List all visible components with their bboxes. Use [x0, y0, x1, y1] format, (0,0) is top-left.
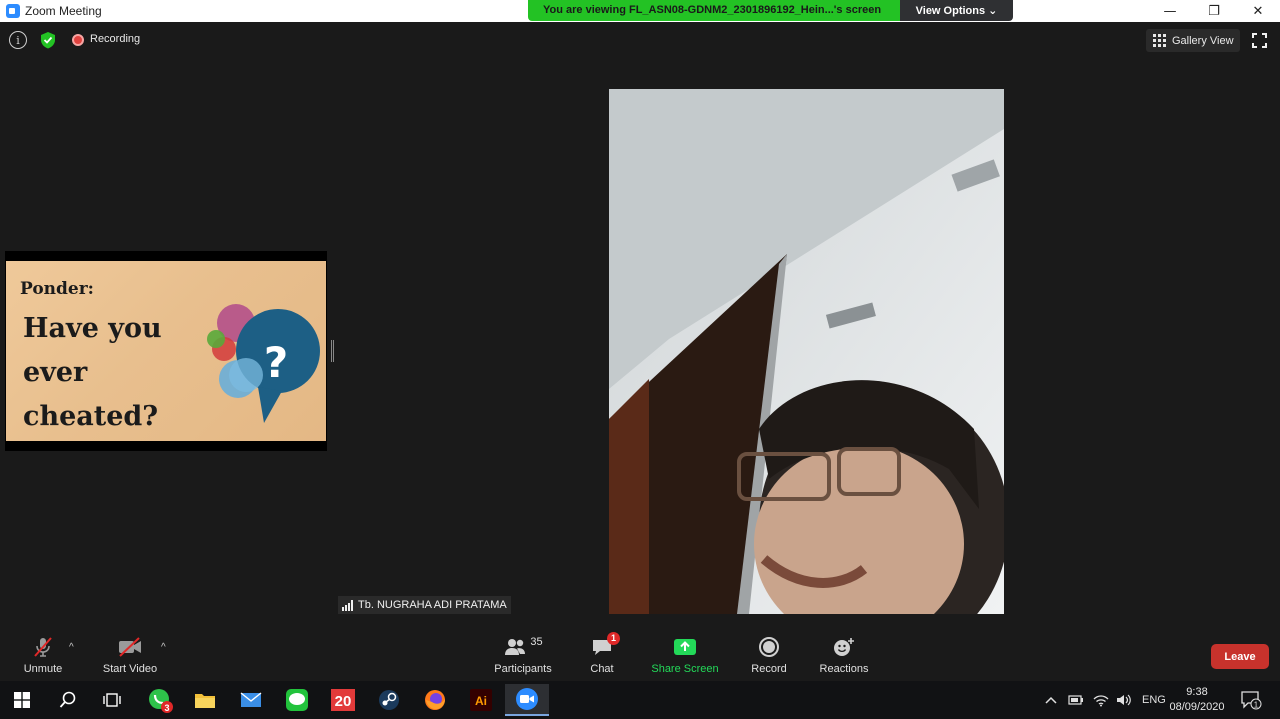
participants-button[interactable]: 35 Participants [492, 629, 554, 681]
start-video-button[interactable]: Start Video [100, 629, 160, 681]
view-options-button[interactable]: View Options ⌄ [900, 0, 1013, 21]
system-tray: ENG [1044, 681, 1166, 719]
firefox-icon [425, 690, 445, 710]
participant-video[interactable] [609, 89, 1004, 614]
screen-share-banner: You are viewing FL_ASN08-GDNM2_230189619… [528, 0, 1013, 21]
viewing-screen-message: You are viewing FL_ASN08-GDNM2_230189619… [528, 0, 900, 21]
chat-label: Chat [590, 663, 614, 675]
task-view-button[interactable] [90, 684, 134, 716]
restore-button[interactable]: ❐ [1192, 0, 1236, 22]
taskbar-illustrator[interactable]: Ai [459, 684, 503, 716]
clock-date: 08/09/2020 [1169, 701, 1225, 713]
search-icon [59, 691, 76, 708]
share-screen-button[interactable]: Share Screen [650, 629, 720, 681]
action-center-button[interactable]: 1 [1240, 681, 1262, 719]
share-screen-label: Share Screen [651, 663, 719, 675]
connection-signal-icon [342, 599, 353, 611]
video-off-icon [119, 637, 141, 657]
speech-bubbles-icon: ? [207, 304, 320, 423]
window-controls: — ❐ ✕ [1148, 0, 1280, 22]
shared-screen-view[interactable]: Ponder: Have you ever cheated? ? [5, 251, 327, 451]
share-screen-icon [674, 639, 696, 655]
windows-logo-icon [14, 692, 30, 708]
encryption-shield-icon[interactable] [38, 30, 58, 50]
slide-heading: Ponder: [20, 279, 94, 299]
participants-count: 35 [530, 636, 543, 648]
whatsapp-icon: 3 [149, 689, 173, 713]
participant-name: Tb. NUGRAHA ADI PRATAMA [358, 599, 507, 611]
zoom-icon [516, 688, 538, 710]
mail-icon [240, 692, 262, 707]
chat-unread-badge: 1 [607, 632, 620, 645]
taskbar-clock[interactable]: 9:38 08/09/2020 [1168, 685, 1226, 715]
taskbar-search-button[interactable] [46, 684, 90, 716]
recording-label: Recording [90, 33, 141, 45]
reactions-label: Reactions [819, 663, 869, 675]
participants-icon [505, 639, 526, 655]
grid-icon [1153, 34, 1166, 47]
taskbar-file-explorer[interactable] [183, 684, 227, 716]
illustrator-icon: Ai [470, 689, 492, 711]
slide-question-line: Have you [23, 313, 162, 344]
taskbar-zoom[interactable] [505, 684, 549, 716]
reactions-button[interactable]: Reactions [818, 629, 870, 681]
calendar-number: 20 [335, 693, 352, 710]
input-language-indicator[interactable]: ENG [1142, 694, 1166, 706]
participants-label: Participants [494, 663, 552, 675]
record-icon [759, 637, 779, 657]
slide-question-line: ever [23, 357, 88, 388]
unmute-label: Unmute [23, 663, 63, 675]
video-options-caret[interactable]: ^ [161, 642, 166, 653]
record-button[interactable]: Record [748, 629, 790, 681]
slide-question: Have you ever cheated? [23, 307, 193, 439]
line-messenger-icon [286, 689, 308, 711]
taskbar-steam[interactable] [367, 684, 411, 716]
bubble-question-mark: ? [264, 338, 288, 387]
clock-time: 9:38 [1186, 686, 1208, 698]
fullscreen-icon[interactable] [1252, 33, 1267, 48]
chat-button[interactable]: 1 Chat [585, 629, 620, 681]
slide-question-line: cheated? [23, 401, 159, 432]
gallery-view-label: Gallery View [1172, 34, 1234, 47]
zoom-meeting-window: Zoom Meeting — ❐ ✕ You are viewing FL_AS… [0, 0, 1280, 719]
task-view-icon [103, 693, 121, 707]
illustrator-label: Ai [475, 694, 487, 708]
volume-icon[interactable] [1116, 693, 1132, 707]
audio-options-caret[interactable]: ^ [69, 642, 74, 653]
window-title: Zoom Meeting [25, 4, 102, 18]
wifi-icon[interactable] [1093, 693, 1109, 707]
notification-count: 1 [1254, 701, 1259, 710]
reactions-smiley-icon [834, 638, 854, 656]
show-hidden-icons-chevron-icon[interactable] [1044, 695, 1058, 705]
start-video-label: Start Video [102, 663, 158, 675]
steam-icon [379, 690, 399, 710]
battery-icon[interactable] [1068, 694, 1084, 706]
notifications-icon: 1 [1241, 691, 1262, 710]
taskbar-firefox[interactable] [413, 684, 457, 716]
start-button[interactable] [0, 684, 44, 716]
leave-meeting-button[interactable]: Leave [1211, 644, 1269, 669]
shared-slide: Ponder: Have you ever cheated? ? [6, 261, 326, 441]
zoom-app-icon [6, 4, 20, 18]
close-button[interactable]: ✕ [1236, 0, 1280, 22]
calendar-icon: 20 [331, 689, 355, 711]
gallery-view-button[interactable]: Gallery View [1146, 29, 1240, 52]
video-feed [609, 89, 1004, 614]
taskbar-mail[interactable] [229, 684, 273, 716]
windows-taskbar: 3 20 Ai ENG 9:38 08/09/2020 1 [0, 681, 1280, 719]
taskbar-line[interactable] [275, 684, 319, 716]
minimize-button[interactable]: — [1148, 0, 1192, 22]
split-resize-handle[interactable] [331, 340, 334, 362]
whatsapp-badge: 3 [164, 703, 169, 713]
unmute-button[interactable]: Unmute [18, 629, 68, 681]
recording-indicator-icon [72, 34, 84, 46]
taskbar-whatsapp[interactable]: 3 [138, 684, 182, 716]
record-label: Record [751, 663, 787, 675]
taskbar-calendar-app[interactable]: 20 [321, 684, 365, 716]
participant-name-tag: Tb. NUGRAHA ADI PRATAMA [338, 596, 511, 614]
muted-microphone-icon [34, 637, 52, 657]
meeting-controls-toolbar: Unmute ^ Start Video ^ 35 Participants 1… [0, 629, 1280, 681]
meeting-info-icon[interactable]: i [9, 31, 27, 49]
folder-icon [195, 694, 215, 708]
